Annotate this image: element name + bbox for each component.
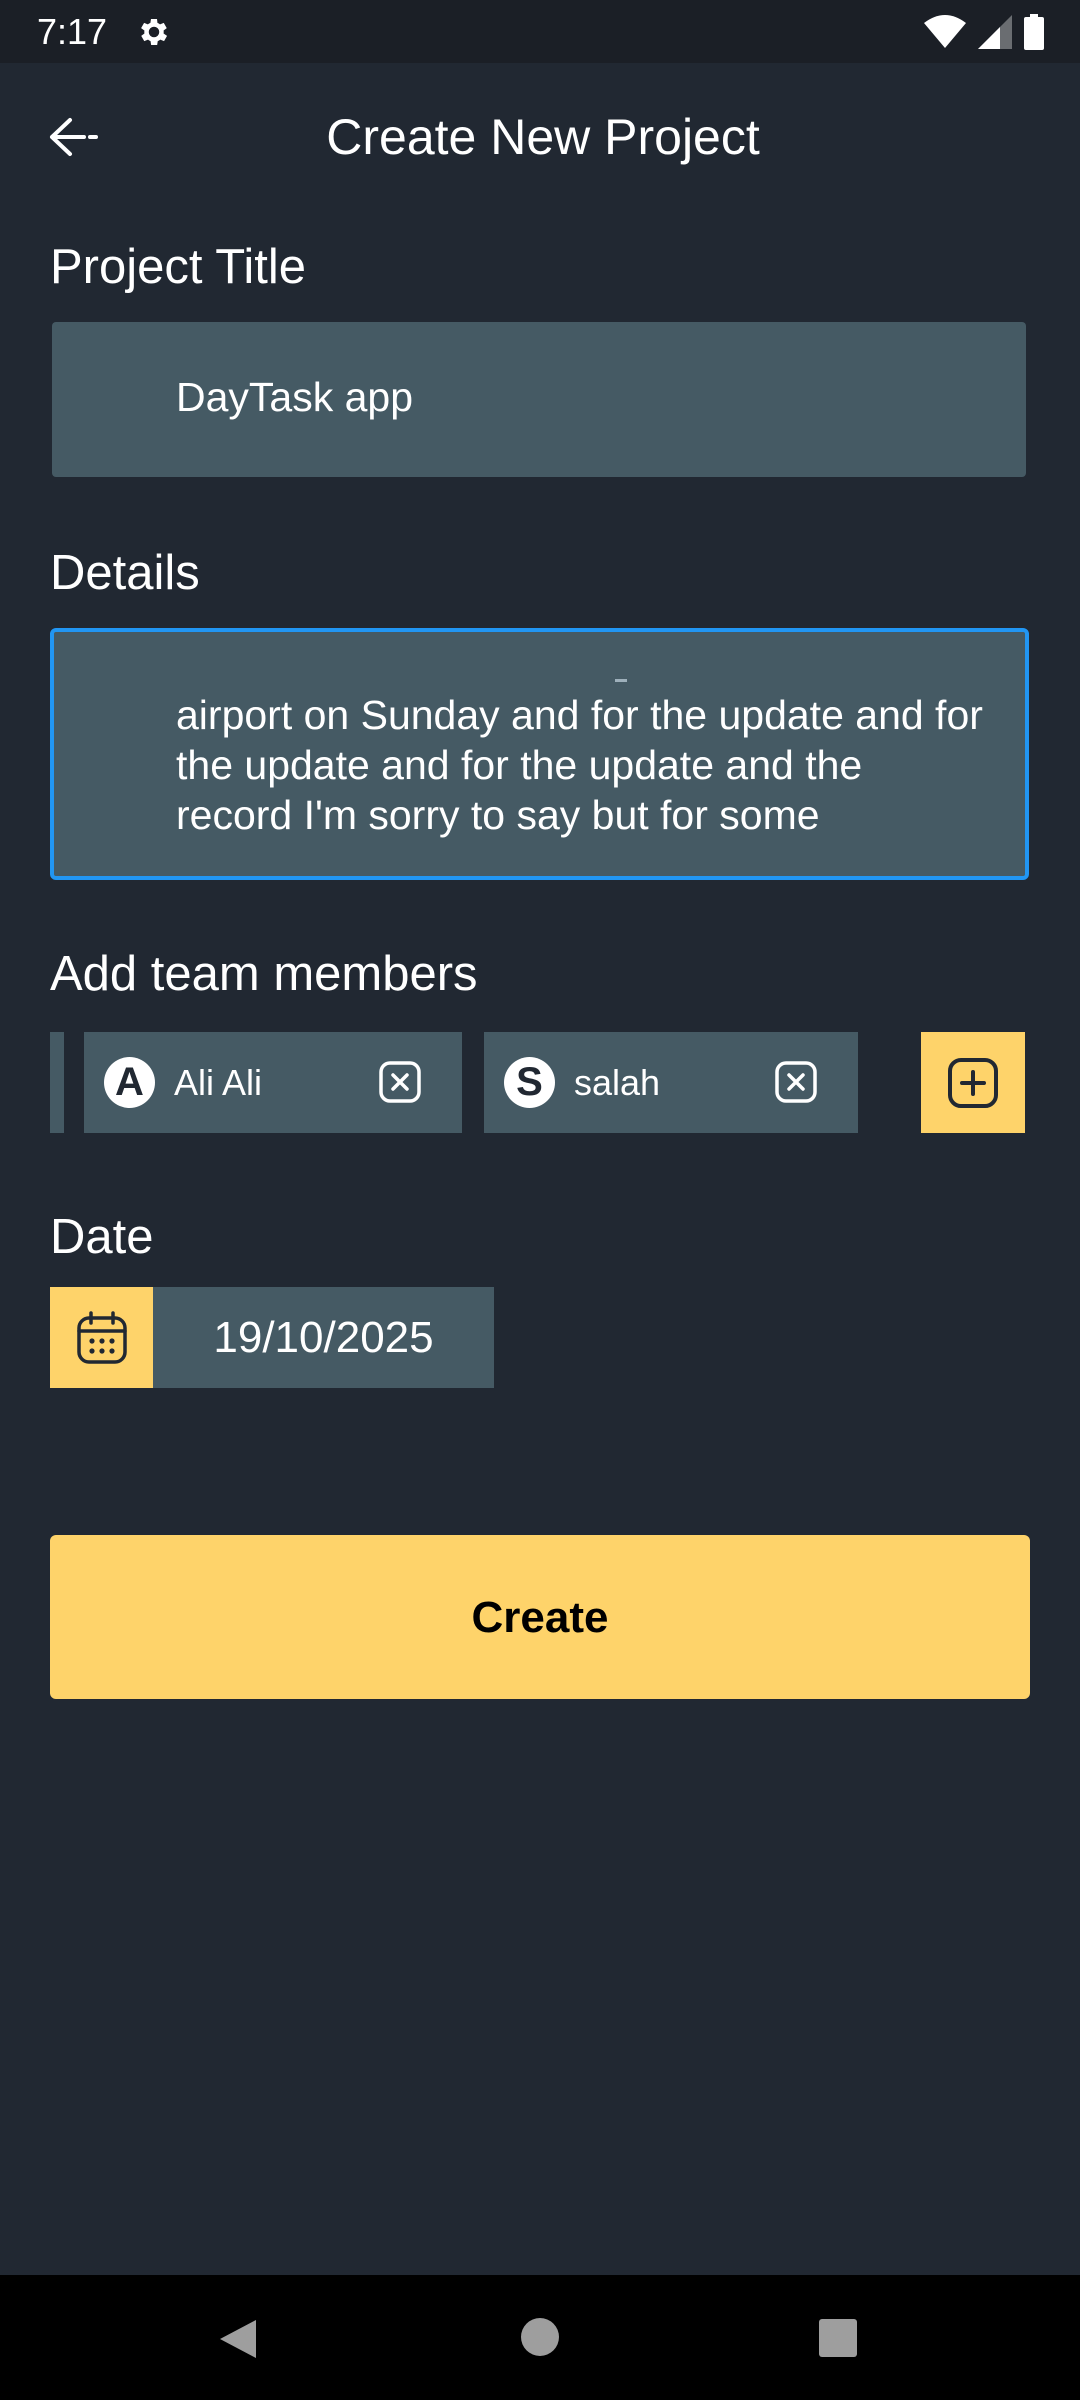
remove-member-icon[interactable]	[378, 1060, 422, 1104]
calendar-icon	[77, 1311, 127, 1364]
nav-back-icon[interactable]	[218, 2318, 258, 2360]
member-name: Ali Ali	[174, 1062, 263, 1103]
nav-home-icon[interactable]	[521, 2318, 559, 2356]
add-member-icon	[948, 1058, 998, 1108]
date-picker-button[interactable]	[50, 1287, 153, 1388]
add-member-button[interactable]	[921, 1032, 1025, 1133]
project-title-label: Project Title	[50, 240, 306, 294]
details-input[interactable]: airport on Sunday and for the update and…	[50, 628, 1029, 880]
team-members-label: Add team members	[50, 947, 478, 1001]
member-chip: S salah	[484, 1032, 858, 1133]
nav-recents-icon[interactable]	[819, 2319, 857, 2357]
settings-gear-icon	[141, 18, 168, 46]
battery-icon	[1024, 14, 1044, 50]
details-label: Details	[50, 546, 200, 600]
project-title-input[interactable]: DayTask app	[52, 322, 1026, 477]
member-chip: A Ali Ali	[84, 1032, 462, 1133]
avatar: S	[504, 1057, 555, 1108]
date-label: Date	[50, 1210, 154, 1264]
create-project-screen: 7:17 Create New Project Project Title Da…	[0, 0, 1080, 2400]
member-name: salah	[574, 1062, 661, 1103]
avatar: A	[104, 1057, 155, 1108]
create-button[interactable]: Create	[50, 1535, 1030, 1699]
team-members-list[interactable]: A Ali Ali S salah	[50, 1032, 1030, 1133]
remove-member-icon[interactable]	[774, 1060, 818, 1104]
wifi-icon	[924, 15, 966, 48]
status-bar: 7:17	[0, 0, 1080, 63]
text-caret	[615, 679, 627, 682]
date-value[interactable]: 19/10/2025	[153, 1287, 494, 1388]
details-value: airport on Sunday and for the update and…	[176, 692, 983, 838]
status-icons	[924, 13, 1044, 51]
project-title-value: DayTask app	[176, 374, 414, 420]
status-time: 7:17	[37, 11, 108, 52]
member-chip-partial	[50, 1032, 64, 1133]
signal-icon	[978, 15, 1012, 49]
page-title: Create New Project	[326, 109, 760, 165]
system-nav-bar	[0, 2275, 1080, 2400]
